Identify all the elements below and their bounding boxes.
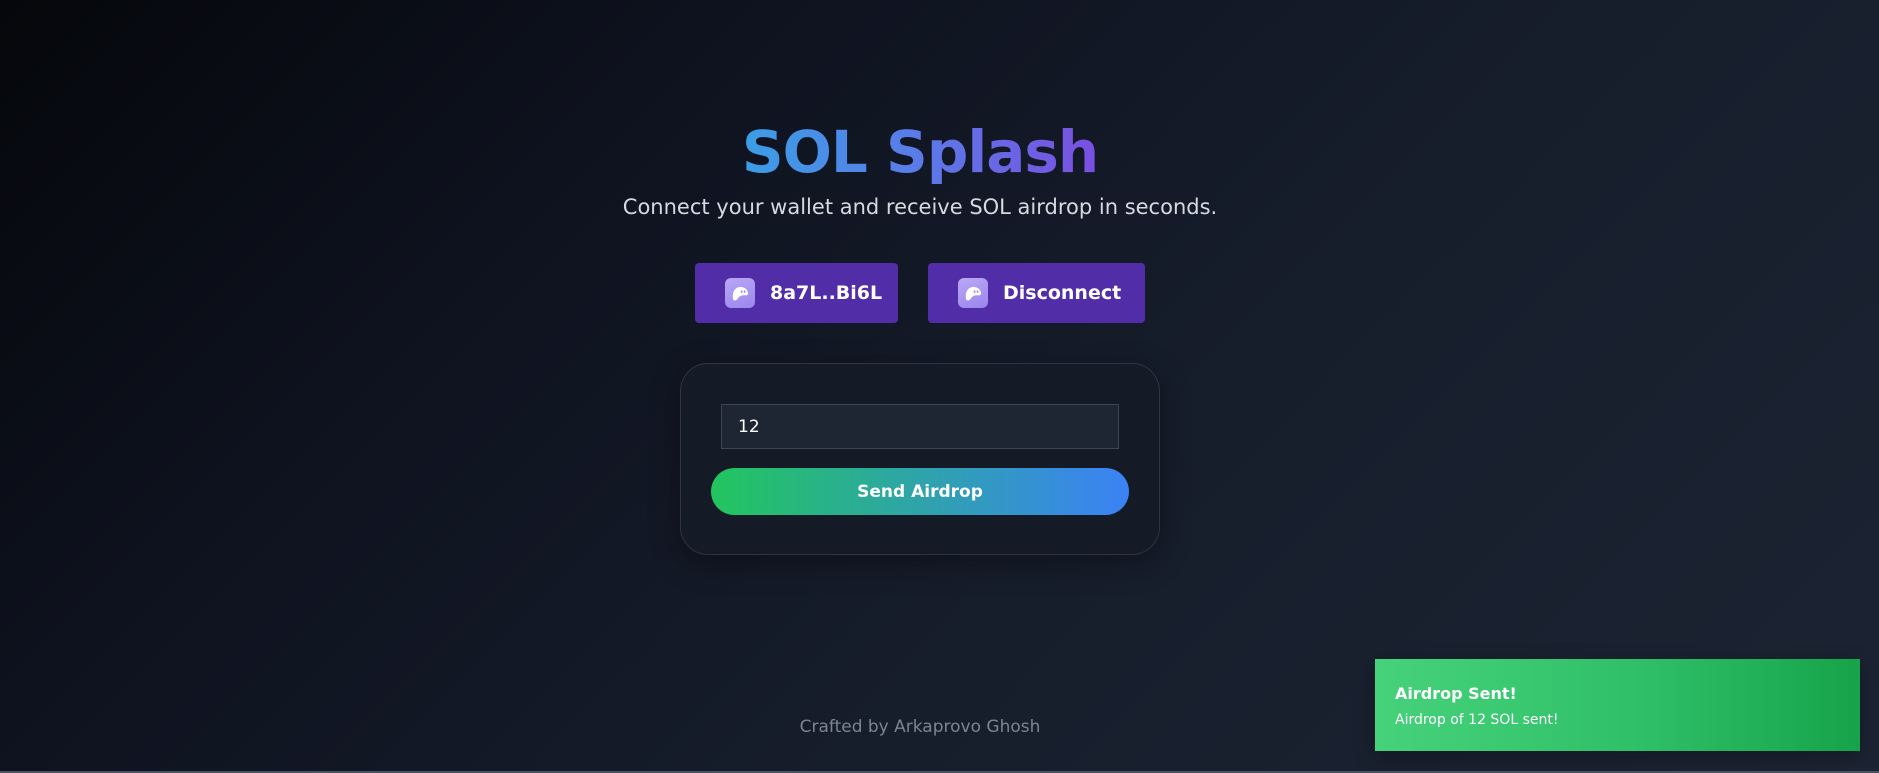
send-airdrop-button[interactable]: Send Airdrop (711, 468, 1129, 515)
disconnect-label: Disconnect (1003, 282, 1122, 304)
phantom-ghost-icon (725, 278, 755, 308)
wallet-buttons: 8a7L..Bi6L Disconnect (695, 263, 1145, 323)
toast-title: Airdrop Sent! (1395, 684, 1517, 703)
wallet-address-button[interactable]: 8a7L..Bi6L (695, 263, 898, 323)
toast-message: Airdrop of 12 SOL sent! (1395, 712, 1559, 728)
amount-input[interactable] (721, 404, 1119, 449)
phantom-ghost-icon (958, 278, 988, 308)
page-subtitle: Connect your wallet and receive SOL aird… (622, 195, 1218, 219)
page: SOL Splash Connect your wallet and recei… (0, 0, 1879, 773)
page-title-text: SOL Splash (741, 118, 1099, 186)
wallet-address-label: 8a7L..Bi6L (770, 282, 883, 304)
disconnect-button[interactable]: Disconnect (928, 263, 1145, 323)
page-title: SOL Splash (0, 118, 1840, 186)
toast-notification[interactable]: Airdrop Sent! Airdrop of 12 SOL sent! (1375, 659, 1860, 751)
airdrop-card: Send Airdrop (680, 363, 1160, 555)
